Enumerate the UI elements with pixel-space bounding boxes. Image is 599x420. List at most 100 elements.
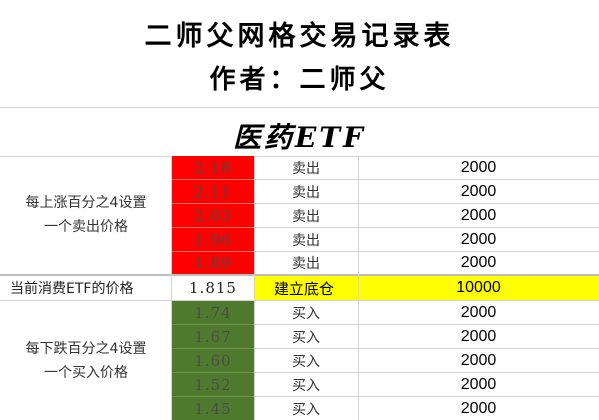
- gridline: [172, 203, 254, 204]
- sell-qty-cell[interactable]: 2000: [358, 252, 599, 274]
- base-position-action-cell[interactable]: 建立底仓: [254, 276, 358, 300]
- sell-action-text: 卖出: [292, 208, 320, 225]
- buy-price-cell[interactable]: 1.52: [172, 373, 254, 396]
- sell-action-cell[interactable]: 卖出: [254, 156, 358, 179]
- current-price-cell[interactable]: 1.815: [172, 276, 254, 300]
- buy-qty-cell[interactable]: 2000: [358, 373, 599, 396]
- sell-qty-value: 2000: [460, 254, 497, 271]
- sell-price-value: 1.89: [194, 254, 232, 272]
- buy-action-text: 买入: [292, 401, 320, 418]
- sell-section-label[interactable]: 每上涨百分之4设置 一个卖出价格: [0, 156, 172, 274]
- buy-price-value: 1.45: [194, 399, 232, 418]
- buy-qty-value: 2000: [460, 327, 497, 345]
- buy-label-line-2: 一个买入价格: [44, 364, 128, 381]
- buy-price-cell[interactable]: 1.74: [172, 301, 254, 324]
- buy-action-text: 买入: [292, 329, 320, 346]
- sell-qty-value: 2000: [460, 158, 497, 176]
- buy-qty-value: 2000: [460, 303, 497, 321]
- buy-qty-cell[interactable]: 2000: [358, 349, 599, 372]
- sell-action-text: 卖出: [292, 232, 320, 249]
- gridline: [171, 156, 172, 420]
- buy-qty-value: 2000: [460, 351, 497, 369]
- base-position-qty-cell[interactable]: 10000: [358, 276, 599, 300]
- base-position-action: 建立底仓: [274, 279, 335, 298]
- buy-qty-value: 2000: [460, 399, 497, 417]
- base-position-qty: 10000: [456, 279, 501, 296]
- gridline: [0, 107, 599, 108]
- sell-qty-cell[interactable]: 2000: [358, 204, 599, 227]
- fund-name: 医药ETF: [232, 121, 367, 154]
- sell-action-cell[interactable]: 卖出: [254, 252, 358, 274]
- current-price-value: 1.815: [189, 279, 237, 297]
- sell-qty-cell[interactable]: 2000: [358, 180, 599, 203]
- sell-action-cell[interactable]: 卖出: [254, 180, 358, 203]
- gridline: [358, 156, 359, 420]
- buy-price-value: 1.60: [194, 351, 232, 370]
- sell-price-value: 2.18: [194, 158, 232, 177]
- buy-action-cell[interactable]: 买入: [254, 325, 358, 348]
- sell-price-cell[interactable]: 2.11: [172, 180, 254, 203]
- gridline: [254, 251, 599, 252]
- gridline: [254, 156, 255, 420]
- sell-qty-cell[interactable]: 2000: [358, 156, 599, 179]
- buy-action-cell[interactable]: 买入: [254, 301, 358, 324]
- buy-section-label[interactable]: 每下跌百分之4设置 一个买入价格: [0, 301, 172, 420]
- gridline: [254, 203, 599, 204]
- gridline: [254, 324, 599, 325]
- sell-action-cell[interactable]: 卖出: [254, 204, 358, 227]
- buy-qty-cell[interactable]: 2000: [358, 325, 599, 348]
- sell-action-text: 卖出: [292, 160, 320, 177]
- sell-price-cell[interactable]: 1.89: [172, 252, 254, 274]
- current-price-label: 当前消费ETF的价格: [10, 281, 134, 297]
- buy-qty-cell[interactable]: 2000: [358, 397, 599, 420]
- buy-action-text: 买入: [292, 377, 320, 394]
- sell-price-cell[interactable]: 1.96: [172, 228, 254, 251]
- buy-price-cell[interactable]: 1.45: [172, 397, 254, 420]
- current-price-label-cell[interactable]: 当前消费ETF的价格: [0, 276, 172, 300]
- gridline: [172, 396, 254, 397]
- sell-price-cell[interactable]: 2.03: [172, 204, 254, 227]
- gridline: [172, 179, 254, 180]
- buy-qty-cell[interactable]: 2000: [358, 301, 599, 324]
- gridline: [254, 396, 599, 397]
- gridline: [254, 227, 599, 228]
- sell-action-text: 卖出: [292, 184, 320, 201]
- sell-qty-value: 2000: [460, 206, 497, 224]
- gridline: [0, 300, 599, 301]
- sell-qty-value: 2000: [460, 182, 497, 200]
- buy-price-value: 1.67: [194, 327, 232, 346]
- gridline: [254, 348, 599, 349]
- buy-action-cell[interactable]: 买入: [254, 373, 358, 396]
- sell-action-text: 卖出: [292, 256, 320, 272]
- gridline: [172, 348, 254, 349]
- buy-action-cell[interactable]: 买入: [254, 397, 358, 420]
- buy-price-cell[interactable]: 1.67: [172, 325, 254, 348]
- buy-label-line-1: 每下跌百分之4设置: [25, 340, 147, 357]
- sell-action-cell[interactable]: 卖出: [254, 228, 358, 251]
- buy-price-value: 1.74: [194, 303, 232, 322]
- gridline: [172, 324, 254, 325]
- gridline: [172, 251, 254, 252]
- buy-action-text: 买入: [292, 353, 320, 370]
- gridline: [0, 274, 599, 276]
- buy-price-cell[interactable]: 1.60: [172, 349, 254, 372]
- buy-qty-value: 2000: [460, 375, 497, 393]
- sell-price-value: 2.03: [194, 206, 232, 225]
- buy-action-text: 买入: [292, 305, 320, 322]
- sell-label-line-1: 每上涨百分之4设置: [25, 195, 147, 211]
- sell-price-cell[interactable]: 2.18: [172, 156, 254, 179]
- sell-qty-cell[interactable]: 2000: [358, 228, 599, 251]
- gridline: [254, 179, 599, 180]
- spreadsheet: 二师父网格交易记录表 作者：二师父 医药ETF 每上涨百分之4设置 一个卖出价格…: [0, 0, 599, 420]
- author-line: 作者：二师父: [209, 65, 390, 95]
- gridline: [172, 372, 254, 373]
- sheet-title: 二师父网格交易记录表: [144, 21, 455, 52]
- sell-qty-value: 2000: [460, 230, 497, 248]
- buy-action-cell[interactable]: 买入: [254, 349, 358, 372]
- gridline: [172, 227, 254, 228]
- buy-price-value: 1.52: [194, 375, 232, 394]
- sell-price-value: 1.96: [194, 230, 232, 249]
- gridline: [254, 372, 599, 373]
- sell-label-line-2: 一个卖出价格: [44, 219, 128, 235]
- sell-price-value: 2.11: [194, 182, 232, 201]
